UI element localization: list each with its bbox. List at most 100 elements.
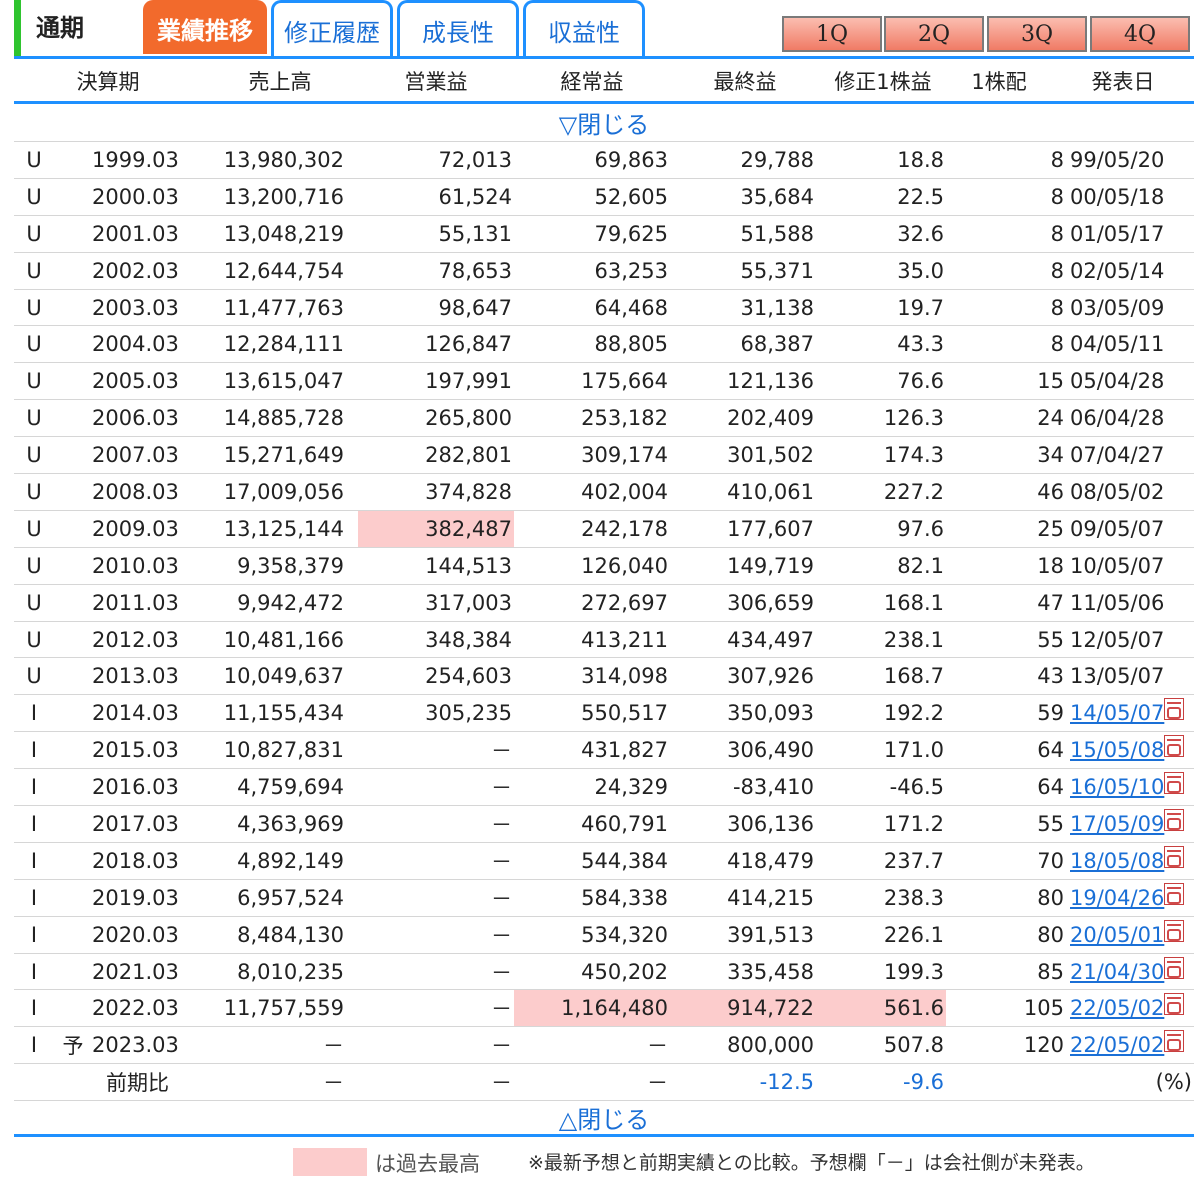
row-operating: －	[491, 739, 512, 764]
quarter-2q-button[interactable]: 2Q	[884, 16, 984, 52]
row-type: I	[30, 738, 38, 763]
collapse-toggle-top[interactable]: ▽閉じる	[14, 104, 1194, 142]
row-forecast-mark	[54, 142, 92, 178]
row-forecast-mark	[54, 622, 92, 658]
legend-text: は過去最高	[375, 1152, 480, 1176]
announcement-date-link[interactable]: 22/05/02	[1070, 996, 1164, 1020]
tab-profit[interactable]: 収益性	[523, 0, 645, 58]
announcement-date: 09/05/07	[1070, 516, 1165, 541]
row-operating: －	[491, 776, 512, 801]
row-period: 2015.03	[92, 738, 179, 763]
row-dividend: 24	[1037, 406, 1064, 431]
tab-growth[interactable]: 成長性	[397, 0, 519, 58]
row-ordinary: 69,863	[594, 147, 668, 172]
table-row: U 2011.03 9,942,472 317,003 272,697 306,659 16…	[14, 585, 1194, 622]
announcement-date-link[interactable]: 16/05/10	[1070, 775, 1164, 799]
row-operating: 144,513	[425, 553, 512, 578]
header-period: 決算期	[76, 69, 140, 94]
quarter-4q-button[interactable]: 4Q	[1090, 16, 1190, 52]
row-net: 418,479	[727, 848, 814, 873]
row-net: 35,684	[740, 184, 814, 209]
announcement-date: 01/05/17	[1070, 221, 1165, 246]
announcement-date-link[interactable]: 18/05/08	[1070, 849, 1164, 873]
row-ordinary: 253,182	[581, 406, 668, 431]
announcement-date: 99/05/20	[1070, 147, 1165, 172]
row-period: 2005.03	[92, 369, 179, 394]
legend-swatch	[293, 1148, 367, 1176]
collapse-toggle-bottom[interactable]: △閉じる	[14, 1101, 1194, 1138]
comparison-sales: －	[323, 1071, 344, 1096]
row-eps: 171.2	[883, 811, 944, 836]
pdf-icon[interactable]	[1164, 1030, 1185, 1053]
comparison-operating: －	[491, 1071, 512, 1096]
row-eps: 43.3	[897, 332, 944, 357]
row-date-cell: 08/05/02	[1066, 474, 1194, 510]
row-net: -83,410	[732, 775, 814, 800]
row-type: U	[26, 369, 42, 394]
pdf-icon[interactable]	[1164, 919, 1185, 942]
comparison-unit: (%)	[1155, 1070, 1192, 1095]
row-period: 2002.03	[92, 258, 179, 283]
row-dividend: 18	[1037, 553, 1064, 578]
row-dividend: 70	[1037, 848, 1064, 873]
row-period: 2013.03	[92, 664, 179, 689]
row-ordinary: 272,697	[581, 590, 668, 615]
row-eps: 35.0	[897, 258, 944, 283]
row-ordinary: 88,805	[594, 332, 668, 357]
row-operating: 197,991	[425, 369, 512, 394]
pdf-icon[interactable]	[1164, 808, 1185, 831]
row-date-cell: 22/05/02	[1066, 1027, 1194, 1063]
table-row: I 2014.03 11,155,434 305,235 550,517 350,093 1…	[14, 695, 1194, 733]
row-forecast-mark	[54, 216, 92, 252]
row-type: I	[30, 922, 38, 947]
row-sales: 6,957,524	[237, 885, 344, 910]
announcement-date-link[interactable]: 17/05/09	[1070, 812, 1164, 836]
quarter-1q-button[interactable]: 1Q	[782, 16, 882, 52]
row-type: U	[26, 184, 42, 209]
pdf-icon[interactable]	[1164, 956, 1185, 979]
row-forecast-mark	[54, 437, 92, 473]
pdf-icon[interactable]	[1164, 882, 1185, 905]
announcement-date-link[interactable]: 15/05/08	[1070, 738, 1164, 762]
row-net: 391,513	[727, 922, 814, 947]
announcement-date-link[interactable]: 20/05/01	[1070, 923, 1164, 947]
tab-revisions[interactable]: 修正履歴	[271, 0, 393, 58]
table-row: U 2012.03 10,481,166 348,384 413,211 434,497 2…	[14, 622, 1194, 659]
row-period: 2016.03	[92, 775, 179, 800]
row-ordinary: 544,384	[581, 848, 668, 873]
row-dividend: 120	[1023, 1033, 1064, 1058]
row-period: 2019.03	[92, 885, 179, 910]
row-eps: 174.3	[883, 443, 944, 468]
announcement-date-link[interactable]: 22/05/02	[1070, 1033, 1164, 1057]
pdf-icon[interactable]	[1164, 993, 1185, 1016]
period-marker-bar	[14, 0, 21, 56]
row-forecast-mark	[54, 880, 92, 916]
announcement-date-link[interactable]: 21/04/30	[1070, 960, 1164, 984]
row-type: U	[26, 664, 42, 689]
announcement-date: 10/05/07	[1070, 553, 1165, 578]
row-ordinary: 309,174	[581, 443, 668, 468]
row-forecast-mark	[54, 179, 92, 215]
row-net: 306,659	[727, 590, 814, 615]
row-forecast-mark	[54, 658, 92, 694]
pdf-icon[interactable]	[1164, 735, 1185, 758]
row-sales: 11,155,434	[223, 701, 344, 726]
pdf-icon[interactable]	[1164, 772, 1185, 795]
table-header: 決算期 売上高 営業益 経常益 最終益 修正1株益 1株配 発表日	[14, 60, 1194, 104]
row-dividend: 80	[1037, 885, 1064, 910]
legend-note: ※最新予想と前期実績との比較。予想欄「－」は会社側が未発表。	[528, 1152, 1095, 1174]
row-date-cell: 20/05/01	[1066, 917, 1194, 953]
announcement-date-link[interactable]: 19/04/26	[1070, 886, 1164, 910]
announcement-date-link[interactable]: 14/05/07	[1070, 701, 1164, 725]
row-ordinary: 126,040	[581, 553, 668, 578]
row-sales: 11,757,559	[223, 996, 344, 1021]
pdf-icon[interactable]	[1164, 698, 1185, 721]
row-type: U	[26, 590, 42, 615]
tab-results[interactable]: 業績推移	[143, 0, 267, 54]
row-eps: 192.2	[883, 701, 944, 726]
row-period: 2009.03	[92, 516, 179, 541]
quarter-3q-button[interactable]: 3Q	[987, 16, 1087, 52]
row-ordinary: 64,468	[594, 295, 668, 320]
row-type: U	[26, 147, 42, 172]
pdf-icon[interactable]	[1164, 845, 1185, 868]
